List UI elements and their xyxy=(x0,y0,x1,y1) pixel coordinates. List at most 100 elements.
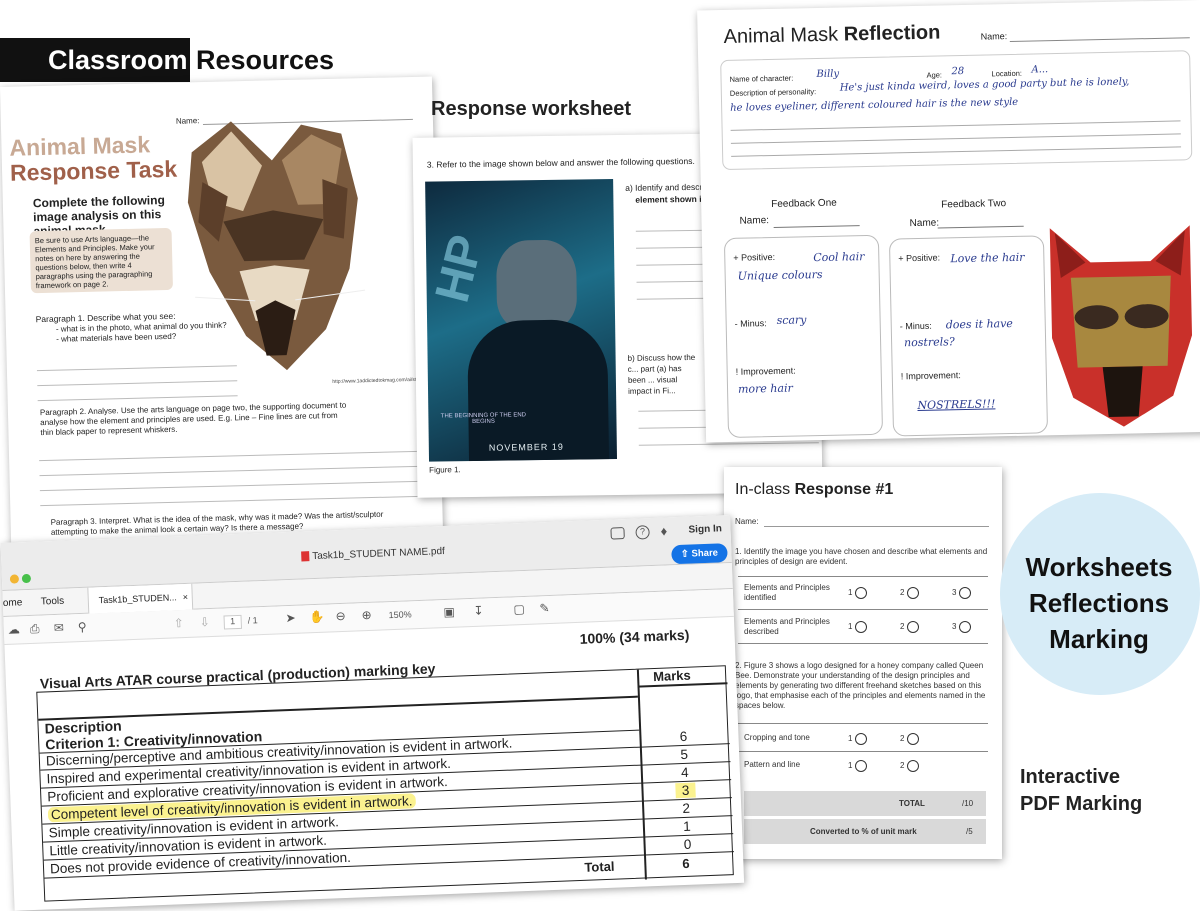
comment-icon[interactable] xyxy=(610,527,625,540)
fit-page-icon[interactable]: ▣ xyxy=(443,605,455,619)
percent-total: 100% (34 marks) xyxy=(579,626,690,647)
fb2-improvement-label: ! Improvement: xyxy=(900,370,961,382)
radio-identified-1[interactable] xyxy=(855,587,868,599)
bell-icon[interactable]: ♦ xyxy=(660,523,667,538)
location-label: Location: xyxy=(991,68,1023,79)
tab-document[interactable]: Task1b_STUDEN... × xyxy=(87,583,194,614)
reflection-title-bold: Reflection xyxy=(843,21,941,46)
converted-label: Converted to % of unit mark xyxy=(810,827,917,836)
radio-pattern-2[interactable] xyxy=(907,760,920,772)
callout-interactive: Interactive xyxy=(1020,766,1121,788)
total-label: Total xyxy=(584,858,615,875)
character-value: Billy xyxy=(816,68,840,81)
upload-icon[interactable]: ☁ xyxy=(8,622,21,636)
hand-tool-icon[interactable]: ✋ xyxy=(309,610,324,625)
marking-table: Marks Description Criterion 1: Creativit… xyxy=(36,665,734,902)
email-icon[interactable]: ✉ xyxy=(54,621,65,635)
pdf-file-icon xyxy=(301,551,310,562)
task-title-2: Response Task xyxy=(9,155,178,186)
marking-row-mark[interactable]: 0 xyxy=(677,836,698,852)
fb2-minus-value: does it have nostrels? xyxy=(903,316,1013,350)
marking-row-mark[interactable]: 1 xyxy=(677,819,698,835)
marking-row-mark[interactable]: 3 xyxy=(675,782,696,799)
radio-described-2[interactable] xyxy=(907,621,920,633)
window-filename: Task1b_STUDENT NAME.pdf xyxy=(312,545,446,563)
p2-text: Paragraph 2. Analyse. Use the arts langu… xyxy=(39,400,347,438)
radio-cropping-2[interactable] xyxy=(907,733,920,745)
inclass-title-bold: Response #1 xyxy=(794,481,894,498)
inclass-name-label: Name: xyxy=(735,517,759,526)
fb1-improvement-label: ! Improvement: xyxy=(735,365,796,377)
zoom-in-icon[interactable]: ⊕ xyxy=(361,608,372,622)
response-worksheet-heading: Response worksheet xyxy=(431,98,632,120)
inclass-title-light: In-class xyxy=(735,481,791,498)
zoom-level-select[interactable]: 150% xyxy=(388,609,411,620)
radio-identified-2[interactable] xyxy=(907,587,920,599)
page-up-icon[interactable]: ⇧ xyxy=(173,616,184,630)
response-task-sheet: Name: Animal Mask Response Task Complete… xyxy=(0,76,444,557)
col-marks-header: Marks xyxy=(652,667,691,685)
row-pattern: Pattern and line xyxy=(744,760,801,769)
fb1-minus-label: - Minus: xyxy=(734,318,767,329)
radio-identified-3[interactable] xyxy=(959,587,972,599)
inclass-q1: 1. Identify the image you have chosen an… xyxy=(735,547,988,566)
help-icon[interactable]: ? xyxy=(635,525,650,540)
fb2-name-label: Name: xyxy=(909,217,940,230)
tab-home[interactable]: ome xyxy=(3,597,23,609)
radio-pattern-1[interactable] xyxy=(855,760,868,772)
age-value: 28 xyxy=(951,65,965,78)
reflection-name-label: Name: xyxy=(980,31,1008,42)
marking-row-mark[interactable]: 5 xyxy=(674,747,695,763)
callout-marking: Marking xyxy=(1049,624,1149,654)
zoom-out-icon[interactable]: ⊖ xyxy=(335,609,346,623)
question-a-2: element shown in xyxy=(635,193,707,205)
pdf-viewer-window: Task1b_STUDENT NAME.pdf ? ♦ Sign In ⇧ Sh… xyxy=(0,515,745,911)
reflection-sheet: Animal Mask Reflection Name: Name of cha… xyxy=(697,0,1200,443)
figure-label: Figure 1. xyxy=(429,465,461,475)
description-line-1: He's just kinda weird, loves a good part… xyxy=(839,76,1130,94)
fb1-name-label: Name: xyxy=(739,215,770,227)
sign-in-button[interactable]: Sign In xyxy=(688,523,722,535)
radio-described-1[interactable] xyxy=(855,621,868,633)
feedback-one-title: Feedback One xyxy=(771,197,837,211)
share-icon: ⇧ xyxy=(680,548,690,560)
search-icon[interactable]: ⚲ xyxy=(78,620,87,634)
character-label: Name of character: xyxy=(729,73,794,84)
tab-close-icon[interactable]: × xyxy=(183,592,189,602)
row-described: Elements and Principles described xyxy=(744,617,830,636)
download-icon[interactable]: ↧ xyxy=(473,604,484,618)
fb2-improvement-value: NOSTRELS!!! xyxy=(917,397,996,413)
poster-date: NOVEMBER 19 xyxy=(488,441,564,453)
tab-tools[interactable]: Tools xyxy=(41,596,65,608)
comment-tool-icon[interactable]: ▢ xyxy=(513,602,525,616)
pen-icon[interactable]: ✎ xyxy=(539,601,550,615)
print-icon[interactable]: ⎙ xyxy=(30,622,40,637)
total-row: TOTAL /10 xyxy=(744,791,986,816)
movie-poster-image: HP THE BEGINNING OF THE END BEGINS NOVEM… xyxy=(425,179,618,462)
marking-row-mark[interactable]: 4 xyxy=(675,765,696,781)
page-number-input[interactable]: 1 xyxy=(223,614,243,630)
page-down-icon[interactable]: ⇩ xyxy=(199,615,210,629)
red-fox-mask-image xyxy=(1049,225,1193,427)
poster-tagline: THE BEGINNING OF THE END BEGINS xyxy=(440,412,527,426)
marking-row-mark[interactable]: 2 xyxy=(676,801,697,817)
marking-row-mark[interactable]: 6 xyxy=(673,729,694,745)
converted-value: /5 xyxy=(966,827,973,836)
zoom-dot[interactable] xyxy=(21,573,32,584)
minimize-dot[interactable] xyxy=(9,574,20,584)
row-identified: Elements and Principles identified xyxy=(744,583,830,602)
row-cropping: Cropping and tone xyxy=(744,733,810,742)
share-button[interactable]: ⇧ Share xyxy=(671,543,728,565)
total-value: 6 xyxy=(682,855,690,872)
select-cursor-icon[interactable]: ➤ xyxy=(285,611,296,625)
reflection-title-light: Animal Mask xyxy=(723,23,839,48)
fb1-minus-value: scary xyxy=(776,313,807,327)
image-credit: http://www.1addictedtokmag.com/ai/stylin… xyxy=(332,373,444,385)
radio-described-3[interactable] xyxy=(959,621,972,633)
radio-cropping-1[interactable] xyxy=(855,733,868,745)
jaguar-mask-image xyxy=(187,121,366,371)
callout-reflections: Reflections xyxy=(1028,588,1170,618)
inclass-q2: 2. Figure 3 shows a logo designed for a … xyxy=(735,661,986,710)
page-total: / 1 xyxy=(247,615,258,626)
location-value: A... xyxy=(1031,64,1049,76)
